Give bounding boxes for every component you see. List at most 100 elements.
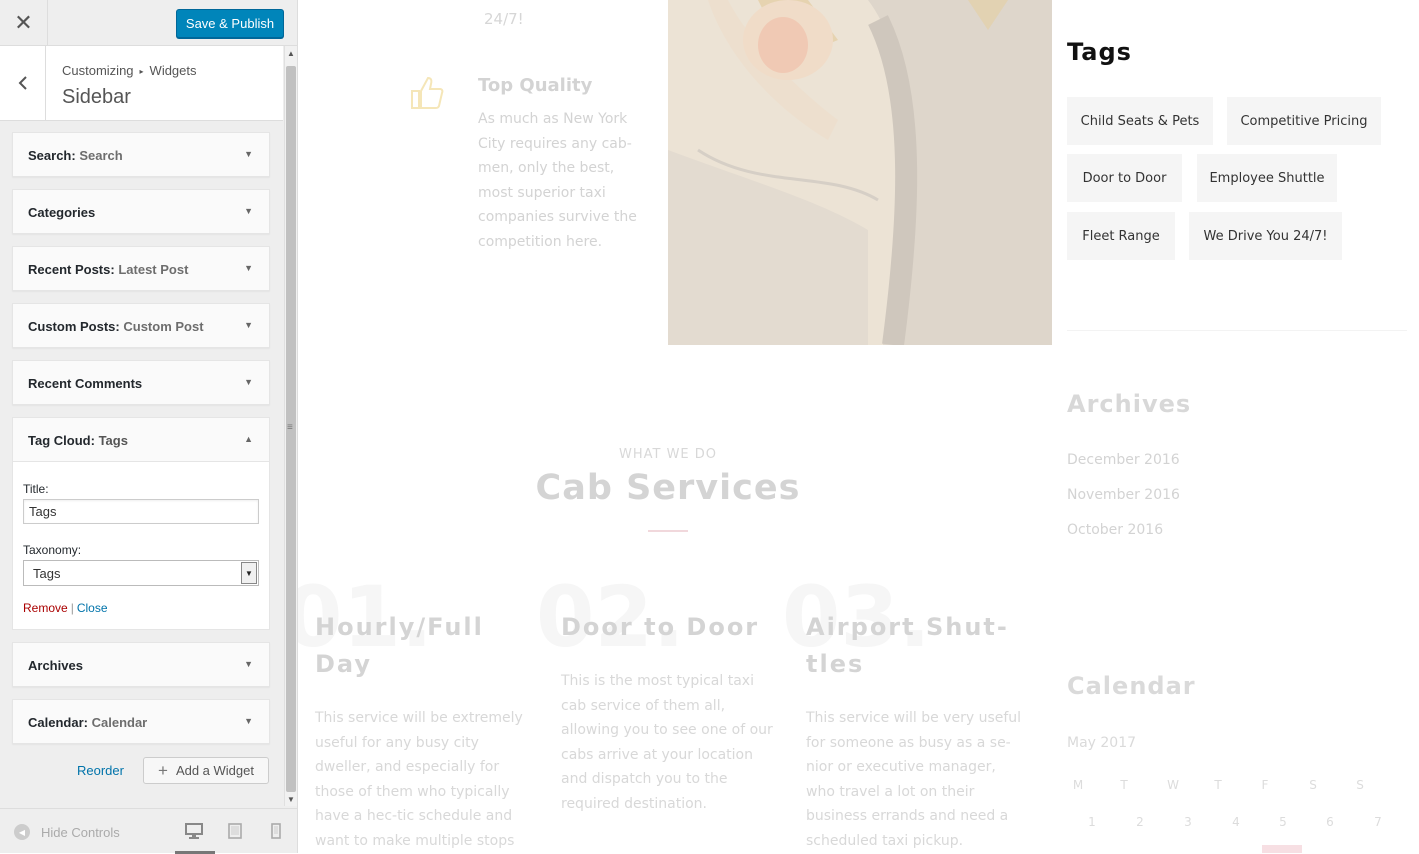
heading-underline — [648, 530, 688, 532]
preview-tablet-button[interactable] — [228, 823, 248, 841]
service-text: This service will be extremely useful fo… — [315, 710, 523, 849]
tag-link[interactable]: Competitive Pricing — [1227, 97, 1381, 145]
widget-title: Categories — [28, 205, 96, 220]
close-icon: ✕ — [14, 10, 33, 35]
preview-mobile-button[interactable] — [271, 823, 291, 841]
tag-link[interactable]: Door to Door — [1067, 154, 1182, 202]
calendar-widget-title: Calendar — [1067, 672, 1196, 700]
taxi-car-image — [668, 0, 1052, 345]
widget-custom-posts[interactable]: Custom Posts: Custom Post ▼ — [12, 303, 270, 348]
widget-tag-cloud-header[interactable]: Tag Cloud: Tags ▲ — [13, 418, 269, 462]
tag-link[interactable]: Child Seats & Pets — [1067, 97, 1213, 145]
remove-link[interactable]: Remove — [23, 601, 68, 615]
services-kicker: WHAT WE DO — [618, 447, 718, 462]
widget-recent-comments[interactable]: Recent Comments ▼ — [12, 360, 270, 405]
archive-link[interactable]: October 2016 — [1067, 522, 1163, 538]
widget-calendar[interactable]: Calendar: Calendar ▼ — [12, 699, 270, 744]
mobile-icon — [271, 823, 281, 839]
title-label: Title: — [23, 482, 49, 496]
widget-archives[interactable]: Archives ▼ — [12, 642, 270, 687]
calendar-weekday: M — [1072, 778, 1084, 792]
calendar-day[interactable]: 5 — [1273, 815, 1293, 829]
close-link[interactable]: Close — [77, 601, 108, 615]
expand-arrow-icon[interactable]: ▼ — [244, 263, 253, 273]
services-heading: Cab Services — [535, 468, 801, 508]
back-button[interactable] — [0, 46, 46, 120]
widget-tag-cloud: Tag Cloud: Tags ▲ Title: Taxonomy: Tags … — [12, 417, 270, 630]
widget-title: Search: Search — [28, 148, 123, 163]
collapse-circle-icon: ◀ — [14, 824, 30, 840]
service-title: Hourly/Full Day — [315, 613, 484, 678]
desktop-icon — [185, 823, 203, 839]
widget-categories[interactable]: Categories ▼ — [12, 189, 270, 234]
section-title-bar: Customizing ▸ Widgets Sidebar — [0, 46, 283, 121]
breadcrumb-root: Customizing — [62, 63, 134, 78]
tablet-icon — [228, 823, 242, 839]
expand-arrow-icon[interactable]: ▼ — [244, 716, 253, 726]
top-quality-title: Top Quality — [478, 75, 593, 96]
calendar-day[interactable]: 1 — [1082, 815, 1102, 829]
customizer-header: ✕ Save & Publish — [0, 0, 297, 46]
scroll-down-icon[interactable]: ▼ — [287, 795, 295, 804]
top-quality-text: As much as New York City requires any ca… — [478, 111, 637, 250]
widget-search[interactable]: Search: Search ▼ — [12, 132, 270, 177]
resize-grip-icon[interactable]: ≡ — [287, 422, 293, 433]
service-title: Airport Shut-tles — [806, 613, 1009, 678]
add-widget-button[interactable]: + Add a Widget — [143, 757, 269, 784]
thumbs-up-icon — [408, 74, 446, 117]
widget-title: Tag Cloud: Tags — [28, 433, 128, 448]
calendar-weekday: S — [1309, 778, 1317, 792]
widget-title: Recent Comments — [28, 376, 143, 391]
widget-divider — [1067, 330, 1407, 331]
calendar-day[interactable]: 2 — [1130, 815, 1150, 829]
taxonomy-selected-value: Tags — [33, 566, 61, 581]
expand-arrow-icon[interactable]: ▼ — [244, 206, 253, 216]
site-preview: 24/7! Top Quality As much as New York Ci… — [298, 0, 1419, 853]
add-widget-label: Add a Widget — [175, 763, 254, 778]
title-input[interactable] — [23, 499, 259, 524]
calendar-day[interactable]: 6 — [1320, 815, 1340, 829]
breadcrumb: Customizing ▸ Widgets — [62, 63, 197, 78]
plus-icon: + — [158, 760, 168, 780]
widget-title: Recent Posts: Latest Post — [28, 262, 189, 277]
calendar-month: May 2017 — [1067, 735, 1137, 751]
collapse-arrow-icon[interactable]: ▲ — [244, 434, 253, 444]
calendar-weekday: W — [1167, 778, 1179, 792]
expand-arrow-icon[interactable]: ▼ — [244, 149, 253, 159]
calendar-today-highlight — [1262, 845, 1302, 853]
tags-widget-title: Tags — [1067, 38, 1132, 66]
section-title: Sidebar — [62, 86, 131, 108]
calendar-day[interactable]: 7 — [1368, 815, 1388, 829]
taxonomy-select[interactable]: Tags ▼ — [23, 560, 259, 586]
archive-link[interactable]: December 2016 — [1067, 452, 1180, 468]
expand-arrow-icon[interactable]: ▼ — [244, 659, 253, 669]
chevron-left-icon — [18, 76, 27, 90]
close-customizer-button[interactable]: ✕ — [0, 0, 48, 46]
calendar-day[interactable]: 3 — [1178, 815, 1198, 829]
calendar-day[interactable]: 4 — [1226, 815, 1246, 829]
tag-link[interactable]: Employee Shuttle — [1197, 154, 1337, 202]
archive-link[interactable]: November 2016 — [1067, 487, 1180, 503]
hide-controls-label: Hide Controls — [41, 824, 120, 840]
breadcrumb-child: Widgets — [149, 63, 197, 78]
tag-link[interactable]: Fleet Range — [1067, 212, 1175, 260]
calendar-weekday: S — [1356, 778, 1364, 792]
save-publish-button[interactable]: Save & Publish — [176, 9, 284, 38]
scroll-up-icon[interactable]: ▲ — [287, 49, 295, 58]
preview-desktop-button[interactable] — [185, 823, 205, 841]
service-title: Door to Door — [561, 613, 760, 641]
widget-actions: Remove | Close — [23, 601, 108, 615]
dropdown-arrow-icon[interactable]: ▼ — [241, 562, 257, 584]
hide-controls-button[interactable]: ◀ Hide Controls — [14, 824, 120, 840]
taxonomy-label: Taxonomy: — [23, 543, 82, 557]
reorder-link[interactable]: Reorder — [77, 763, 124, 778]
widget-recent-posts[interactable]: Recent Posts: Latest Post ▼ — [12, 246, 270, 291]
tag-link[interactable]: We Drive You 24/7! — [1189, 212, 1342, 260]
customizer-footer: ◀ Hide Controls — [0, 808, 297, 854]
service-text-fragment: 24/7! — [484, 10, 524, 28]
expand-arrow-icon[interactable]: ▼ — [244, 377, 253, 387]
calendar-weekday: F — [1261, 778, 1269, 792]
archives-widget-title: Archives — [1067, 390, 1192, 418]
expand-arrow-icon[interactable]: ▼ — [244, 320, 253, 330]
customizer-sidebar: ✕ Save & Publish Customizing ▸ Widgets Sid… — [0, 0, 298, 854]
